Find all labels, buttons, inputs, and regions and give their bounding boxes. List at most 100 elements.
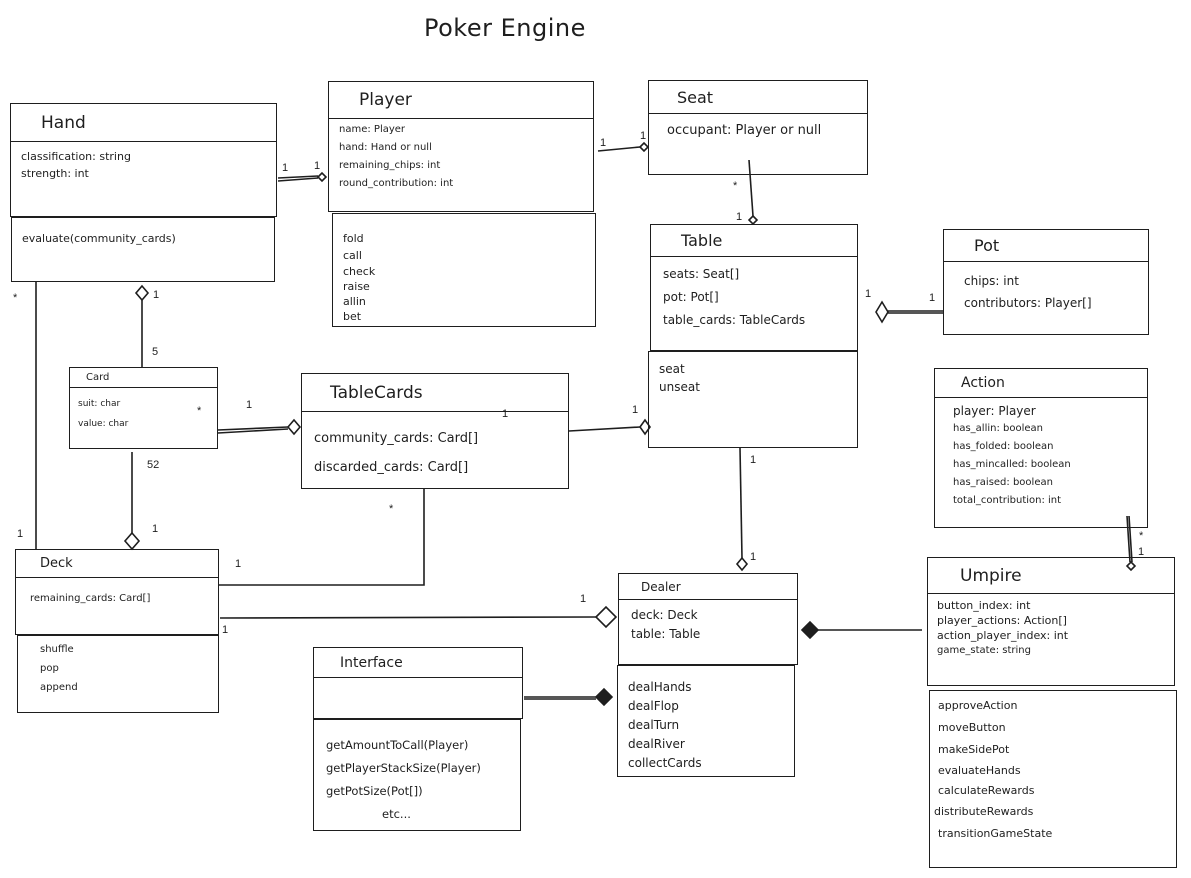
method: dealTurn — [628, 718, 680, 732]
class-umpire-name: Umpire — [960, 565, 1022, 586]
mult-pot-table-a: 1 — [865, 288, 872, 300]
class-pot[interactable]: Pot chips: int contributors: Player[] — [943, 229, 1149, 335]
class-table[interactable]: Table seats: Seat[] pot: Pot[] table_car… — [650, 224, 858, 351]
class-deck-attributes: remaining_cards: Card[] — [16, 578, 218, 608]
aggregation-diamond-dealer-left — [594, 605, 618, 629]
class-player-attributes: name: Player hand: Hand or null remainin… — [329, 119, 593, 193]
method: collectCards — [628, 756, 702, 770]
class-dealer-methods: dealHands dealFlop dealTurn dealRiver co… — [617, 665, 795, 777]
mult-tc-table-b: 1 — [632, 404, 639, 416]
mult-hand-deck-b: 1 — [17, 528, 24, 540]
mult-card-hand-b: 1 — [153, 289, 160, 301]
class-card-attributes: suit: char value: char — [70, 388, 217, 434]
attribute: round_contribution: int — [339, 178, 454, 189]
method: distributeRewards — [934, 805, 1034, 818]
method: transitionGameState — [938, 827, 1053, 840]
attribute: value: char — [78, 419, 129, 429]
mult-card-tc-b: 1 — [246, 399, 253, 411]
class-hand[interactable]: Hand classification: string strength: in… — [10, 103, 277, 217]
class-seat-header: Seat — [649, 81, 867, 114]
mult-tc-deck-b: 1 — [235, 558, 242, 570]
composition-diamond-dealer — [800, 620, 820, 640]
aggregation-diamond-player — [316, 171, 328, 183]
mult-player-seat-a: 1 — [600, 137, 607, 149]
method: unseat — [659, 380, 700, 394]
class-tablecards[interactable]: TableCards community_cards: Card[] disca… — [301, 373, 569, 489]
class-seat[interactable]: Seat occupant: Player or null — [648, 80, 868, 175]
line-table-dealer — [739, 447, 743, 559]
class-tablecards-name: TableCards — [330, 382, 423, 403]
class-dealer-header: Dealer — [619, 574, 797, 600]
attribute: suit: char — [78, 399, 121, 409]
method: pop — [40, 663, 59, 674]
aggregation-diamond-dealer-top — [735, 556, 749, 572]
method: evaluate(community_cards) — [22, 232, 176, 245]
attribute: remaining_cards: Card[] — [30, 593, 151, 604]
class-dealer-attributes: deck: Deck table: Table — [619, 600, 797, 644]
class-dealer[interactable]: Dealer deck: Deck table: Table — [618, 573, 798, 665]
method: shuffle — [40, 644, 74, 655]
attribute: classification: string — [21, 150, 131, 163]
class-tablecards-attributes: community_cards: Card[] discarded_cards:… — [302, 412, 568, 482]
mult-seat-table-b: 1 — [736, 211, 743, 223]
aggregation-diamond-hand — [134, 284, 150, 302]
attribute: contributors: Player[] — [964, 296, 1092, 310]
attribute: has_allin: boolean — [953, 423, 1044, 434]
mult-tc-deck-a: * — [389, 503, 394, 515]
class-seat-attributes: occupant: Player or null — [649, 114, 867, 140]
class-pot-name: Pot — [974, 236, 1000, 255]
class-card[interactable]: Card suit: char value: char — [69, 367, 218, 449]
class-deck-name: Deck — [40, 556, 73, 571]
method: getAmountToCall(Player) — [326, 738, 469, 752]
class-deck[interactable]: Deck remaining_cards: Card[] — [15, 549, 219, 635]
attribute: community_cards: Card[] — [314, 431, 479, 446]
class-interface[interactable]: Interface — [313, 647, 523, 719]
mult-deck-dealer-a: 1 — [222, 624, 229, 636]
class-table-methods: seat unseat — [648, 351, 858, 448]
class-pot-header: Pot — [944, 230, 1148, 262]
class-player[interactable]: Player name: Player hand: Hand or null r… — [328, 81, 594, 212]
class-action[interactable]: Action player: Player has_allin: boolean… — [934, 368, 1148, 528]
attribute: action_player_index: int — [937, 629, 1069, 642]
class-umpire[interactable]: Umpire button_index: int player_actions:… — [927, 557, 1175, 686]
method: fold — [343, 232, 364, 245]
class-seat-name: Seat — [677, 87, 714, 107]
class-hand-name: Hand — [41, 112, 86, 133]
method: getPotSize(Pot[]) — [326, 784, 423, 798]
class-card-name: Card — [86, 372, 110, 383]
mult-pot-table-b: 1 — [929, 292, 936, 304]
class-tablecards-header: TableCards — [302, 374, 568, 412]
aggregation-diamond-table-right — [875, 300, 889, 324]
attribute: discarded_cards: Card[] — [314, 460, 469, 475]
class-dealer-name: Dealer — [641, 579, 681, 594]
attribute: name: Player — [339, 124, 406, 135]
attribute: player_actions: Action[] — [937, 614, 1067, 627]
class-interface-methods: getAmountToCall(Player) getPlayerStackSi… — [313, 719, 521, 831]
method: evaluateHands — [938, 764, 1021, 777]
attribute: player: Player — [953, 404, 1036, 418]
mult-hand-player-a: 1 — [282, 162, 289, 174]
class-hand-attributes: classification: string strength: int — [11, 142, 276, 182]
method: etc... — [382, 807, 411, 821]
class-pot-attributes: chips: int contributors: Player[] — [944, 262, 1148, 314]
mult-deck-dealer-b: 1 — [580, 593, 587, 605]
class-action-header: Action — [935, 369, 1147, 398]
method: dealRiver — [628, 737, 685, 751]
aggregation-diamond-tablecards — [286, 418, 302, 436]
mult-player-seat-b: 1 — [640, 130, 647, 142]
method: approveAction — [938, 699, 1018, 712]
class-player-methods: fold call check raise allin bet — [332, 213, 596, 327]
class-player-name: Player — [359, 90, 412, 110]
class-deck-header: Deck — [16, 550, 218, 578]
class-hand-methods: evaluate(community_cards) — [11, 217, 275, 282]
attribute: hand: Hand or null — [339, 142, 432, 153]
class-table-attributes: seats: Seat[] pot: Pot[] table_cards: Ta… — [651, 257, 857, 332]
class-deck-methods: shuffle pop append — [17, 635, 219, 713]
method: seat — [659, 362, 685, 376]
attribute: remaining_chips: int — [339, 160, 441, 171]
attribute: table: Table — [631, 627, 701, 641]
attribute: strength: int — [21, 167, 89, 180]
class-player-header: Player — [329, 82, 593, 119]
line-deck-dealer — [219, 616, 597, 619]
attribute: table_cards: TableCards — [663, 313, 806, 327]
